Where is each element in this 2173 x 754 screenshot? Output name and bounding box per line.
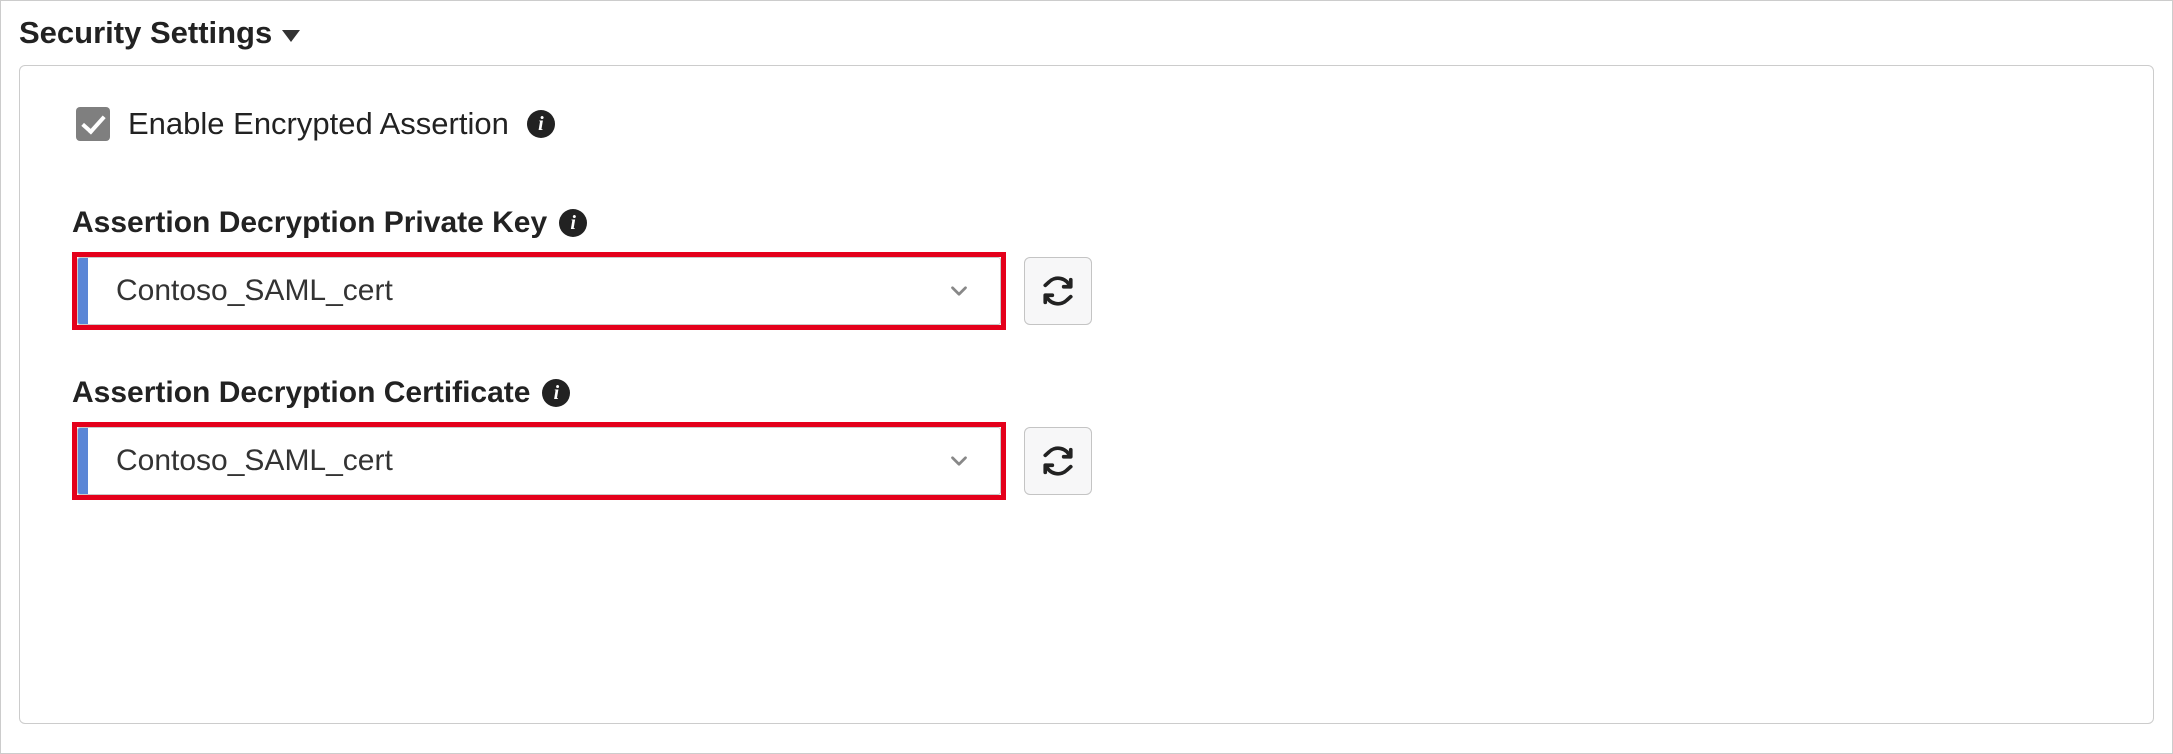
enable-encrypted-label: Enable Encrypted Assertion xyxy=(128,106,509,142)
section-title: Security Settings xyxy=(19,15,272,51)
chevron-down-icon xyxy=(946,448,972,474)
certificate-value: Contoso_SAML_cert xyxy=(88,444,946,478)
chevron-down-icon xyxy=(946,278,972,304)
security-settings-page: Security Settings Enable Encrypted Asser… xyxy=(0,0,2173,754)
certificate-label-row: Assertion Decryption Certificate i xyxy=(72,376,2101,410)
refresh-icon xyxy=(1041,274,1075,308)
highlight-box: Contoso_SAML_cert xyxy=(72,422,1006,500)
info-icon[interactable]: i xyxy=(559,209,587,237)
certificate-label: Assertion Decryption Certificate xyxy=(72,376,530,410)
enable-encrypted-checkbox[interactable] xyxy=(76,107,110,141)
caret-down-icon xyxy=(282,30,300,42)
private-key-controls: Contoso_SAML_cert xyxy=(72,252,2101,330)
certificate-controls: Contoso_SAML_cert xyxy=(72,422,2101,500)
private-key-label: Assertion Decryption Private Key xyxy=(72,206,547,240)
private-key-refresh-button[interactable] xyxy=(1024,257,1092,325)
section-header[interactable]: Security Settings xyxy=(19,15,2154,51)
dropdown-accent xyxy=(78,428,88,494)
certificate-refresh-button[interactable] xyxy=(1024,427,1092,495)
certificate-dropdown[interactable]: Contoso_SAML_cert xyxy=(77,427,1001,495)
private-key-dropdown[interactable]: Contoso_SAML_cert xyxy=(77,257,1001,325)
refresh-icon xyxy=(1041,444,1075,478)
settings-panel: Enable Encrypted Assertion i Assertion D… xyxy=(19,65,2154,724)
highlight-box: Contoso_SAML_cert xyxy=(72,252,1006,330)
enable-encrypted-row: Enable Encrypted Assertion i xyxy=(76,106,2101,142)
private-key-label-row: Assertion Decryption Private Key i xyxy=(72,206,2101,240)
certificate-field: Assertion Decryption Certificate i Conto… xyxy=(72,376,2101,500)
info-icon[interactable]: i xyxy=(527,110,555,138)
dropdown-accent xyxy=(78,258,88,324)
private-key-field: Assertion Decryption Private Key i Conto… xyxy=(72,206,2101,330)
info-icon[interactable]: i xyxy=(542,379,570,407)
private-key-value: Contoso_SAML_cert xyxy=(88,274,946,308)
